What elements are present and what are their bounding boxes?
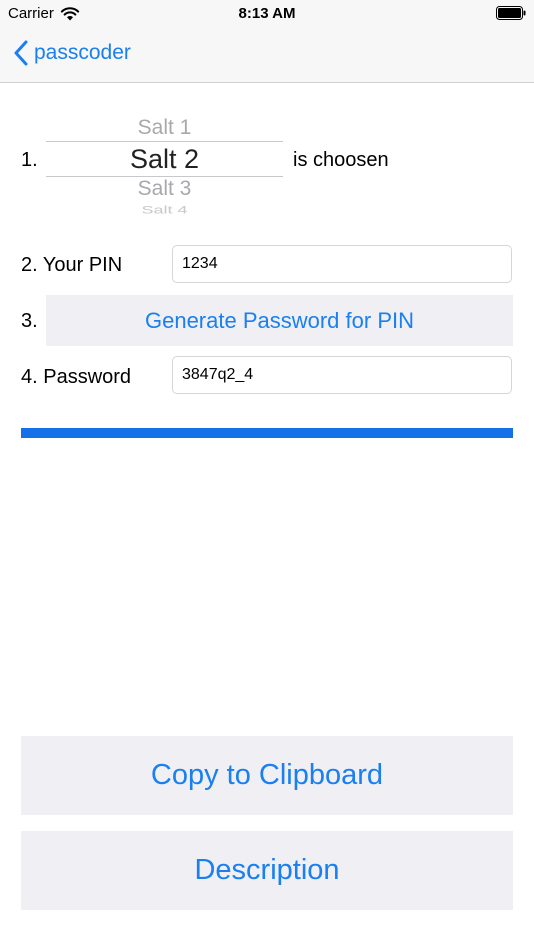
picker-item-selected[interactable]: Salt 2 xyxy=(46,144,283,175)
copy-to-clipboard-button[interactable]: Copy to Clipboard xyxy=(21,736,513,815)
status-time: 8:13 AM xyxy=(238,5,296,22)
chevron-left-icon xyxy=(14,40,28,66)
progress-bar xyxy=(21,428,513,438)
chosen-suffix-label: is choosen xyxy=(293,149,389,171)
picker-divider-top xyxy=(46,141,283,142)
picker-item-salt-3[interactable]: Salt 3 xyxy=(46,177,283,201)
password-label: 4. Password xyxy=(21,366,132,388)
navigation-bar: passcoder xyxy=(0,30,534,83)
back-button[interactable]: passcoder xyxy=(14,40,131,66)
salt-picker[interactable]: Salt 1 Salt 2 Salt 3 Salt 4 xyxy=(46,112,283,220)
generate-password-button[interactable]: Generate Password for PIN xyxy=(46,295,513,346)
picker-item-salt-4[interactable]: Salt 4 xyxy=(46,204,283,217)
description-button[interactable]: Description xyxy=(21,831,513,910)
password-field[interactable]: 3847q2_4 xyxy=(172,356,512,394)
step-1-number: 1. xyxy=(21,149,38,171)
pin-label: 2. Your PIN xyxy=(21,254,123,276)
pin-input[interactable]: 1234 xyxy=(172,245,512,283)
battery-icon xyxy=(496,6,526,20)
back-button-label: passcoder xyxy=(34,41,131,64)
progress-bar-fill xyxy=(21,428,513,438)
status-bar: Carrier 8:13 AM xyxy=(0,0,534,30)
step-3-number: 3. xyxy=(21,310,38,332)
picker-item-salt-1[interactable]: Salt 1 xyxy=(46,116,283,140)
